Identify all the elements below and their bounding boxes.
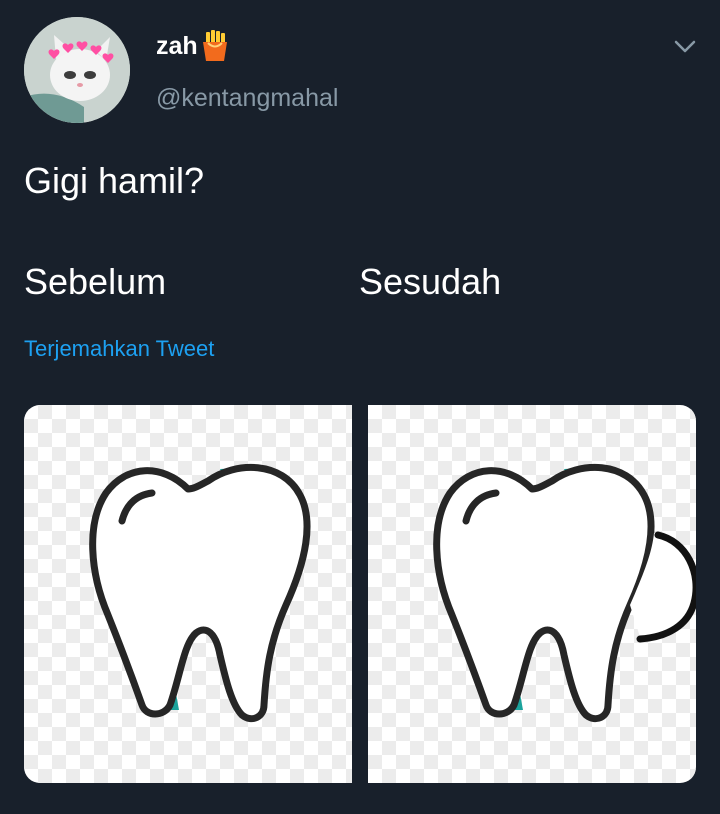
tooth-icon: [89, 463, 311, 723]
translate-tweet-link[interactable]: Terjemahkan Tweet: [24, 336, 214, 362]
media-image-after[interactable]: [368, 405, 696, 783]
tweet-text-before: Sebelum: [24, 261, 167, 302]
tooth-pregnant-icon: [433, 463, 696, 723]
chevron-down-icon[interactable]: [672, 34, 698, 60]
user-handle[interactable]: @kentangmahal: [156, 84, 338, 113]
display-name-text: zah: [156, 31, 198, 60]
tweet-text-after: Sesudah: [359, 261, 502, 302]
fries-emoji-icon: [202, 30, 227, 61]
media-grid: [24, 405, 696, 783]
avatar[interactable]: [24, 17, 130, 123]
tweet-text-question: Gigi hamil?: [24, 160, 205, 201]
cat-avatar-icon: [24, 17, 130, 123]
display-name[interactable]: zah: [156, 30, 230, 62]
media-image-before[interactable]: [24, 405, 352, 783]
